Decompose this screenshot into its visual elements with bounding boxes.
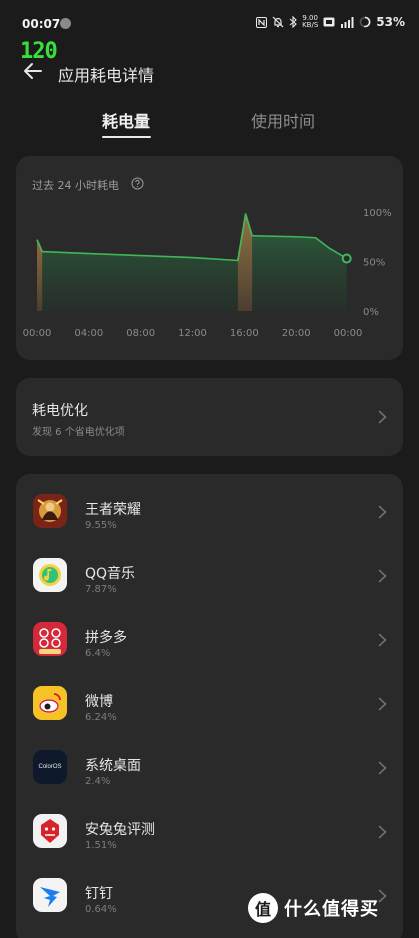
app-row-weibo[interactable]: 微博 6.24% <box>16 672 403 736</box>
y-tick-label: 50% <box>363 258 385 269</box>
app-usage-list: 王者荣耀 9.55% QQ音乐 7.87% 拼多多 6.4% 微博 6.24% … <box>16 474 403 938</box>
x-tick-label: 04:00 <box>74 328 103 339</box>
x-tick-label: 16:00 <box>230 328 259 339</box>
status-bar: 00:07 9.00 KB/S 53% <box>0 0 419 44</box>
optimize-title: 耗电优化 <box>32 403 88 419</box>
x-tick-label: 12:00 <box>178 328 207 339</box>
tab-energy-usage[interactable]: 耗电量 <box>102 108 150 132</box>
app-name: 钉钉 <box>85 886 113 902</box>
app-usage-percent: 7.87% <box>85 584 117 595</box>
app-usage-percent: 9.55% <box>85 520 117 531</box>
chevron-right-icon <box>378 761 387 775</box>
chevron-right-icon <box>378 505 387 519</box>
weibo-icon <box>33 686 67 720</box>
battery-percent: 53% <box>376 15 405 29</box>
mute-bell-icon <box>272 16 284 28</box>
status-time: 00:07 <box>22 17 61 31</box>
app-usage-percent: 1.51% <box>85 840 117 851</box>
app-name: 安兔兔评测 <box>85 822 155 838</box>
battery-ring-icon <box>359 16 371 28</box>
x-tick-label: 00:00 <box>334 328 363 339</box>
notification-dot-icon <box>60 18 71 29</box>
status-icons: 9.00 KB/S 53% <box>256 15 405 29</box>
current-level-marker <box>341 253 352 264</box>
qq-music-icon <box>33 558 67 592</box>
app-name: QQ音乐 <box>85 566 136 582</box>
app-usage-percent: 0.64% <box>85 904 117 915</box>
dingtalk-icon <box>33 878 67 912</box>
chevron-right-icon <box>378 569 387 583</box>
net-speed: 9.00 KB/S <box>302 15 318 29</box>
nfc-icon <box>256 16 268 28</box>
chevron-right-icon <box>378 633 387 647</box>
app-name: 系统桌面 <box>85 758 141 774</box>
battery-chart: 00:00 04:00 08:00 12:00 16:00 20:00 00:00 100% 5… <box>23 208 392 339</box>
app-row-coloros-launcher[interactable]: ColorOS 系统桌面 2.4% <box>16 736 403 800</box>
chevron-right-icon <box>378 410 387 424</box>
signal-icon <box>341 16 354 28</box>
antutu-icon <box>33 814 67 848</box>
hd-icon <box>323 17 335 27</box>
coloros-launcher-icon: ColorOS <box>33 750 67 784</box>
x-tick-label: 20:00 <box>282 328 311 339</box>
app-usage-percent: 6.4% <box>85 648 111 659</box>
app-usage-percent: 6.24% <box>85 712 117 723</box>
app-usage-percent: 2.4% <box>85 776 111 787</box>
bluetooth-icon <box>289 16 297 28</box>
y-tick-label: 100% <box>363 208 392 219</box>
page-title: 应用耗电详情 <box>58 66 155 85</box>
chevron-right-icon <box>378 889 387 903</box>
battery-chart-card: 过去 24 小时耗电 00:00 04:00 08:00 12:00 16:00 20:0… <box>16 156 403 360</box>
active-tab-indicator <box>102 136 151 138</box>
chevron-right-icon <box>378 697 387 711</box>
honor-of-kings-icon <box>33 494 67 528</box>
optimize-subtitle: 发现 6 个省电优化项 <box>32 427 125 438</box>
y-tick-label: 0% <box>363 307 379 318</box>
app-row-qq-music[interactable]: QQ音乐 7.87% <box>16 544 403 608</box>
x-tick-label: 08:00 <box>126 328 155 339</box>
tab-usage-time[interactable]: 使用时间 <box>251 108 315 132</box>
app-name: 拼多多 <box>85 630 127 646</box>
battery-optimize-card[interactable]: 耗电优化 发现 6 个省电优化项 <box>16 378 403 456</box>
battery-area-fill <box>37 213 347 311</box>
app-row-honor-of-kings[interactable]: 王者荣耀 9.55% <box>16 480 403 544</box>
app-row-antutu[interactable]: 安兔兔评测 1.51% <box>16 800 403 864</box>
watermark: 值 什么值得买 <box>248 893 379 923</box>
net-speed-unit: KB/S <box>302 21 319 29</box>
back-arrow-icon[interactable] <box>22 60 44 82</box>
coloros-icon-text: ColorOS <box>38 764 62 770</box>
app-name: 微博 <box>85 694 113 710</box>
chevron-right-icon <box>378 825 387 839</box>
x-tick-label: 00:00 <box>23 328 52 339</box>
app-name: 王者荣耀 <box>85 502 141 518</box>
app-row-pinduoduo[interactable]: 拼多多 6.4% <box>16 608 403 672</box>
watermark-logo: 值 <box>248 893 278 923</box>
watermark-text: 什么值得买 <box>284 899 379 920</box>
pinduoduo-icon <box>33 622 67 656</box>
